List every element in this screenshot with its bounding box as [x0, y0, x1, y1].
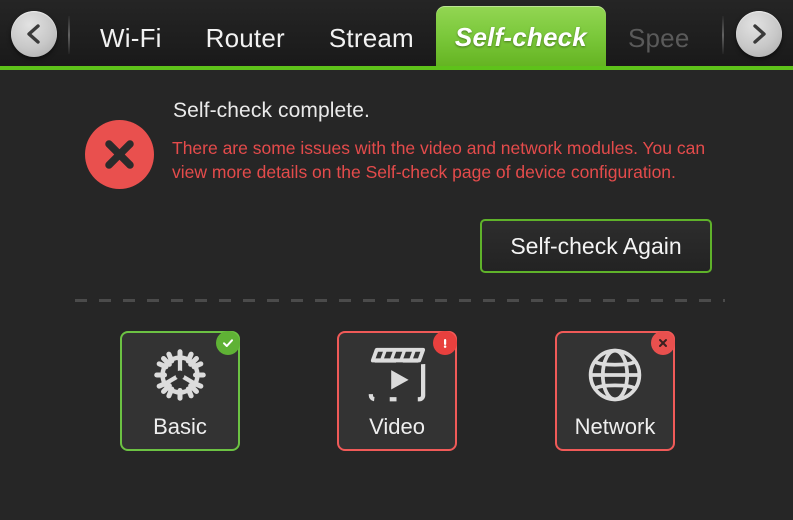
cross-badge-icon — [651, 331, 675, 355]
tabbar-right-divider — [722, 16, 724, 54]
tab-speed[interactable]: Spee — [606, 7, 712, 69]
tab-list: Wi-Fi Router Stream Self-check Spee — [78, 0, 712, 69]
tab-bar: Wi-Fi Router Stream Self-check Spee — [0, 0, 793, 69]
module-card-basic[interactable]: Basic — [120, 331, 240, 451]
module-status-list: Basic Video Network — [0, 331, 793, 461]
check-badge-icon — [216, 331, 240, 355]
section-divider — [75, 299, 725, 302]
chevron-left-icon — [24, 23, 44, 45]
tab-router[interactable]: Router — [184, 7, 307, 69]
tab-stream[interactable]: Stream — [307, 7, 436, 69]
status-title: Self-check complete. — [173, 99, 370, 122]
previous-tab-arrow-button[interactable] — [11, 11, 57, 57]
content-area: Self-check complete. There are some issu… — [0, 70, 793, 520]
tabbar-left-divider — [68, 16, 70, 54]
self-check-again-button[interactable]: Self-check Again — [480, 219, 712, 273]
tab-self-check[interactable]: Self-check — [435, 6, 606, 69]
status-message: There are some issues with the video and… — [172, 138, 706, 182]
error-circle-x-icon — [85, 120, 154, 189]
module-label-video: Video — [369, 414, 425, 439]
module-card-network[interactable]: Network — [555, 331, 675, 451]
chevron-right-icon — [749, 23, 769, 45]
self-check-screen: Wi-Fi Router Stream Self-check Spee Self… — [0, 0, 793, 520]
tab-wifi[interactable]: Wi-Fi — [78, 7, 184, 69]
module-card-video[interactable]: Video — [337, 331, 457, 451]
exclamation-badge-icon — [433, 331, 457, 355]
next-tab-arrow-button[interactable] — [736, 11, 782, 57]
module-label-basic: Basic — [153, 414, 207, 439]
tabbar-accent-rule — [0, 66, 793, 70]
module-label-network: Network — [574, 414, 656, 439]
